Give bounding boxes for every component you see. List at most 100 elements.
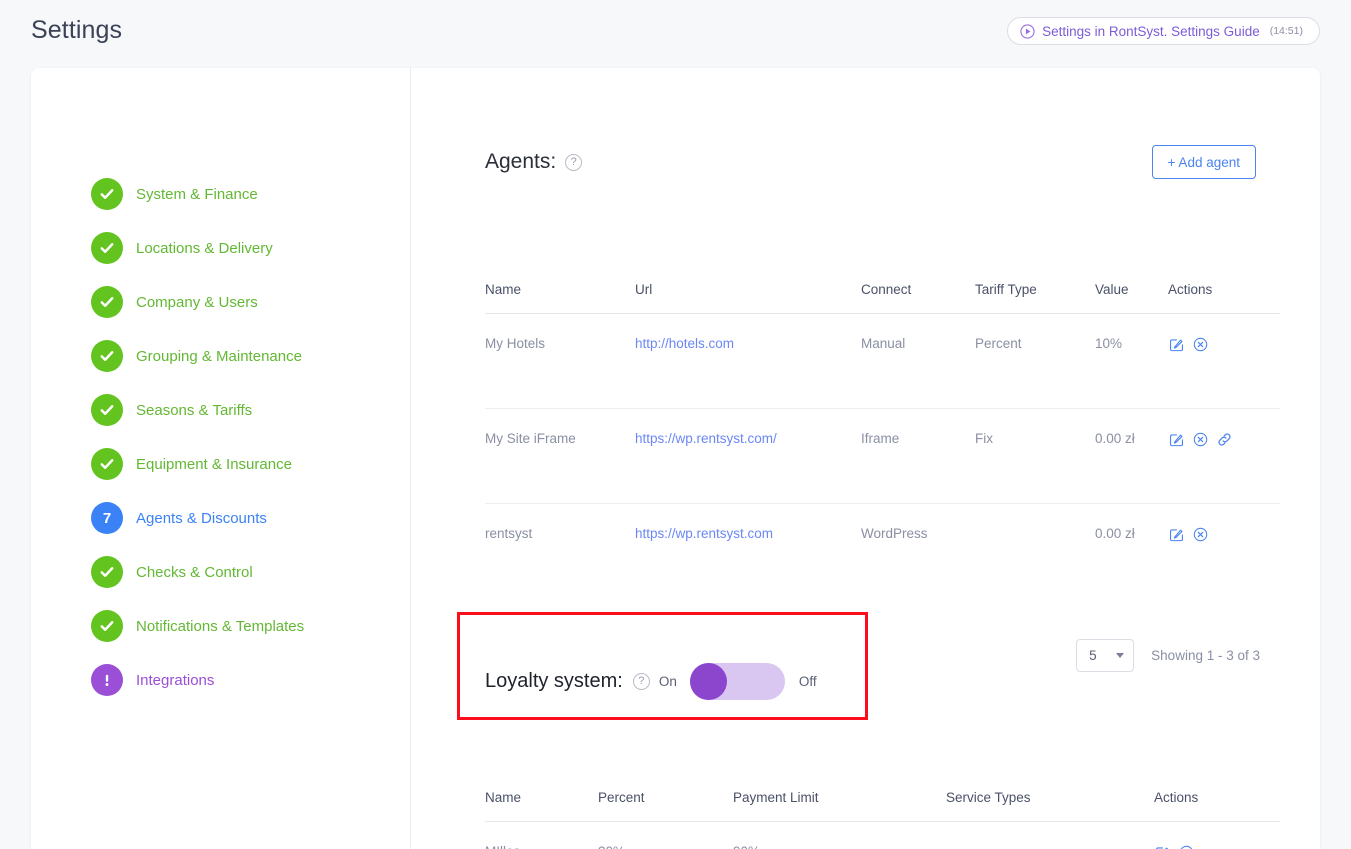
sidebar-item-company-users[interactable]: Company & Users <box>91 285 258 319</box>
delete-icon[interactable] <box>1192 336 1209 353</box>
sidebar-item-label: Integrations <box>136 671 215 689</box>
cell-connect: Iframe <box>861 408 975 504</box>
edit-icon[interactable] <box>1168 431 1185 448</box>
page-size-value: 5 <box>1089 648 1097 663</box>
check-icon <box>91 340 123 372</box>
cell-actions <box>1168 314 1280 409</box>
column-header-payment-limit: Payment Limit <box>733 790 946 822</box>
cell-connect: Manual <box>861 336 906 351</box>
row-actions <box>1168 526 1280 543</box>
question-mark-icon[interactable]: ? <box>565 153 583 171</box>
sidebar-item-seasons-tariffs[interactable]: Seasons & Tariffs <box>91 393 252 427</box>
check-icon <box>91 232 123 264</box>
add-agent-button[interactable]: + Add agent <box>1151 145 1256 179</box>
loyalty-toggle-switch[interactable] <box>689 663 785 700</box>
check-icon <box>91 610 123 642</box>
table-row: MIlles 20% 90% <box>485 822 1280 849</box>
cell-tariff-type <box>975 503 1095 574</box>
edit-icon[interactable] <box>1168 336 1185 353</box>
column-header-url: Url <box>635 282 861 314</box>
loyalty-system-control: Loyalty system: ? On Off <box>485 663 817 700</box>
settings-sidebar: System & Finance Locations & Delivery Co… <box>31 68 410 849</box>
sidebar-item-grouping-maintenance[interactable]: Grouping & Maintenance <box>91 339 302 373</box>
edit-icon[interactable] <box>1168 526 1185 543</box>
count-badge-value: 7 <box>102 509 112 527</box>
sidebar-item-label: Locations & Delivery <box>136 239 273 257</box>
agent-url-link[interactable]: http://hotels.com <box>635 336 734 351</box>
edit-icon[interactable] <box>1154 844 1171 849</box>
sidebar-item-agents-discounts[interactable]: 7 Agents & Discounts <box>91 501 267 535</box>
agents-title: Agents: <box>485 150 557 173</box>
table-row: My Site iFrame https://wp.rentsyst.com/ … <box>485 408 1280 504</box>
sidebar-item-label: Notifications & Templates <box>136 617 305 635</box>
loyalty-table: Name Percent Payment Limit Service Types… <box>485 790 1280 849</box>
sidebar-item-system-finance[interactable]: System & Finance <box>91 177 258 211</box>
question-mark-icon[interactable]: ? <box>632 673 650 690</box>
sidebar-item-label: Seasons & Tariffs <box>136 401 253 419</box>
cell-name: MIlles <box>485 822 598 849</box>
cell-tariff-type: Fix <box>975 408 1095 504</box>
loyalty-on-label: On <box>658 674 677 689</box>
link-icon[interactable] <box>1216 431 1233 448</box>
column-header-actions: Actions <box>1168 282 1280 314</box>
check-icon <box>91 178 123 210</box>
delete-icon[interactable] <box>1192 526 1209 543</box>
cell-url: https://wp.rentsyst.com <box>635 503 861 574</box>
cell-actions <box>1168 503 1280 574</box>
sidebar-item-notifications-templates[interactable]: Notifications & Templates <box>91 609 304 643</box>
loyalty-off-label: Off <box>798 674 817 689</box>
settings-card: System & Finance Locations & Delivery Co… <box>31 68 1320 849</box>
row-actions <box>1168 336 1280 353</box>
cell-name: rentsyst <box>485 503 635 574</box>
play-circle-icon <box>1020 23 1035 39</box>
exclamation-icon <box>91 664 123 696</box>
cell-url: https://wp.rentsyst.com/ <box>635 408 861 504</box>
loyalty-system-title: Loyalty system: <box>485 670 623 692</box>
settings-guide-duration: (14:51) <box>1269 25 1303 37</box>
row-actions <box>1168 431 1280 448</box>
settings-guide-label: Settings in RontSyst. Settings Guide <box>1042 23 1260 39</box>
top-bar: Settings Settings in RontSyst. Settings … <box>0 0 1351 68</box>
loyalty-table-header-row: Name Percent Payment Limit Service Types… <box>485 790 1280 822</box>
row-actions <box>1154 844 1280 849</box>
sidebar-item-locations-delivery[interactable]: Locations & Delivery <box>91 231 273 265</box>
sidebar-item-integrations[interactable]: Integrations <box>91 663 214 697</box>
cell-actions <box>1168 408 1280 504</box>
sidebar-item-checks-control[interactable]: Checks & Control <box>91 555 253 589</box>
column-header-actions: Actions <box>1154 790 1280 822</box>
cell-name: My Hotels <box>485 336 546 351</box>
sidebar-item-label: Equipment & Insurance <box>136 455 292 473</box>
table-row: rentsyst https://wp.rentsyst.com WordPre… <box>485 503 1280 574</box>
sidebar-item-label: Grouping & Maintenance <box>136 347 302 365</box>
delete-icon[interactable] <box>1192 431 1209 448</box>
column-header-tariff-type: Tariff Type <box>975 282 1095 314</box>
column-header-value: Value <box>1095 282 1168 314</box>
column-header-name: Name <box>485 282 635 314</box>
cell-payment-limit: 90% <box>733 822 946 849</box>
page-size-select[interactable]: 5 <box>1076 639 1135 672</box>
showing-range-label: Showing 1 - 3 of 3 <box>1151 648 1260 663</box>
toggle-knob <box>689 663 727 700</box>
cell-percent: 20% <box>598 822 733 849</box>
table-row: My Hotels http://hotels.com Manual Perce… <box>485 314 1280 409</box>
cell-tariff-type: Percent <box>975 336 1022 351</box>
agents-table: Name Url Connect Tariff Type Value Actio… <box>485 282 1280 574</box>
agent-url-link[interactable]: https://wp.rentsyst.com/ <box>635 431 777 446</box>
page-title: Settings <box>31 16 123 44</box>
check-icon <box>91 556 123 588</box>
settings-guide-button[interactable]: Settings in RontSyst. Settings Guide (14… <box>1007 17 1320 45</box>
cell-actions <box>1154 822 1280 849</box>
agents-pagination: 5 Showing 1 - 3 of 3 <box>1076 639 1260 672</box>
sidebar-item-label: System & Finance <box>136 185 258 203</box>
settings-main-panel: Agents: ? + Add agent Name Url Connect T… <box>411 68 1320 849</box>
column-header-name: Name <box>485 790 598 822</box>
sidebar-item-equipment-insurance[interactable]: Equipment & Insurance <box>91 447 292 481</box>
chevron-down-icon <box>1116 653 1125 658</box>
agents-table-header-row: Name Url Connect Tariff Type Value Actio… <box>485 282 1280 314</box>
delete-icon[interactable] <box>1178 844 1195 849</box>
sidebar-item-label: Agents & Discounts <box>136 509 267 527</box>
check-icon <box>91 286 123 318</box>
count-badge: 7 <box>91 502 123 534</box>
agent-url-link[interactable]: https://wp.rentsyst.com <box>635 526 773 541</box>
cell-value: 0.00 zł <box>1095 408 1168 504</box>
